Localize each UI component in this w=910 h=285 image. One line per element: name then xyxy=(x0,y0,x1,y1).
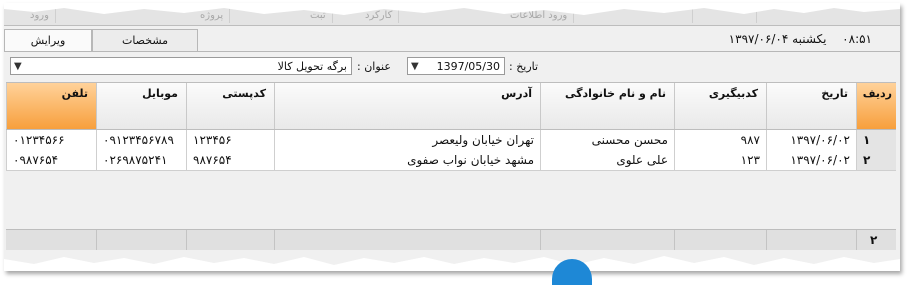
cell-address[interactable]: تهران خیابان ولیعصر xyxy=(274,130,540,150)
footer-cell xyxy=(540,230,674,250)
cell-phone[interactable]: ۰۱۲۳۴۵۶۶ xyxy=(6,130,96,150)
tab-bar: ویرایش مشخصات ۰۸:۵۱ یکشنبه ۱۳۹۷/۰۶/۰۴ xyxy=(4,29,900,52)
cell-date[interactable]: ۱۳۹۷/۰۶/۰۲ xyxy=(766,150,856,170)
grid-footer: ۲ xyxy=(6,229,896,250)
torn-edge-bottom xyxy=(4,256,900,271)
chevron-down-icon: ▼ xyxy=(411,61,419,72)
table-row[interactable]: ۰۱۲۳۴۵۶۶ ۰۹۱۲۳۴۵۶۷۸۹ ۱۲۳۴۵۶ تهران خیابان… xyxy=(6,129,896,151)
column-header-tracking-code[interactable]: کدبیگیری xyxy=(674,83,766,129)
footer-cell xyxy=(274,230,540,250)
cell-row-number: ۱ xyxy=(856,130,896,150)
column-header-date[interactable]: تاریخ xyxy=(766,83,856,129)
column-header-name[interactable]: نام و نام خانوادگی xyxy=(540,83,674,129)
column-header-address[interactable]: آدرس xyxy=(274,83,540,129)
cell-tracking-code[interactable]: ۱۲۳ xyxy=(674,150,766,170)
column-header-label: تلفن xyxy=(61,87,88,100)
cell-mobile[interactable]: ۰۲۶۹۸۷۵۲۴۱ xyxy=(96,150,186,170)
filter-form: تاریخ : ▼ 1397/05/30 عنوان : ▼ برگه تحوی… xyxy=(4,55,900,79)
column-header-label: آدرس xyxy=(501,87,532,100)
column-header-mobile[interactable]: موبایل xyxy=(96,83,186,129)
torn-edge-top xyxy=(4,3,900,15)
cell-tracking-code[interactable]: ۹۸۷ xyxy=(674,130,766,150)
date-value: 1397/05/30 xyxy=(436,60,500,73)
date-picker[interactable]: ▼ 1397/05/30 xyxy=(407,57,505,75)
cell-name[interactable]: محسن محسنی xyxy=(540,130,674,150)
data-grid: تلفن موبایل کدپستی آدرس نام و نام خانواد… xyxy=(6,82,896,271)
footer-cell xyxy=(674,230,766,250)
footer-cell xyxy=(186,230,274,250)
tab-details[interactable]: مشخصات xyxy=(92,29,198,51)
current-date: ۱۳۹۷/۰۶/۰۴ xyxy=(728,32,789,46)
app-window: ورود پروژه ثبت کارکرد ورود اطلاعات ویرای… xyxy=(4,3,900,271)
cell-name[interactable]: علی علوی xyxy=(540,150,674,170)
column-header-phone[interactable]: تلفن xyxy=(6,83,96,129)
column-header-row-number[interactable]: ردیف xyxy=(856,83,896,129)
column-header-label: ردیف xyxy=(862,87,892,100)
column-header-postal[interactable]: کدپستی xyxy=(186,83,274,129)
column-header-label: کدبیگیری xyxy=(708,87,758,100)
row-count: ۲ xyxy=(870,233,878,247)
current-datetime: ۰۸:۵۱ یکشنبه ۱۳۹۷/۰۶/۰۴ xyxy=(729,32,872,46)
cell-postal[interactable]: ۹۸۷۶۵۴ xyxy=(186,150,274,170)
column-header-label: تاریخ xyxy=(821,87,848,100)
column-header-label: موبایل xyxy=(142,87,178,100)
table-row[interactable]: ۰۹۸۷۶۵۴ ۰۲۶۹۸۷۵۲۴۱ ۹۸۷۶۵۴ مشهد خیابان نو… xyxy=(6,150,896,171)
current-day: یکشنبه xyxy=(792,32,827,46)
footer-cell xyxy=(96,230,186,250)
footer-cell xyxy=(766,230,856,250)
chevron-down-icon: ▼ xyxy=(14,61,22,72)
cell-date[interactable]: ۱۳۹۷/۰۶/۰۲ xyxy=(766,130,856,150)
cell-address[interactable]: مشهد خیابان نواب صفوی xyxy=(274,150,540,170)
title-select[interactable]: ▼ برگه تحویل کالا xyxy=(10,57,352,75)
title-label: عنوان : xyxy=(357,60,391,73)
title-value: برگه تحویل کالا xyxy=(277,60,347,73)
column-header-label: کدپستی xyxy=(222,87,266,100)
column-header-label: نام و نام خانوادگی xyxy=(565,87,666,100)
cell-phone[interactable]: ۰۹۸۷۶۵۴ xyxy=(6,150,96,170)
cell-postal[interactable]: ۱۲۳۴۵۶ xyxy=(186,130,274,150)
cell-mobile[interactable]: ۰۹۱۲۳۴۵۶۷۸۹ xyxy=(96,130,186,150)
date-label: تاریخ : xyxy=(509,60,539,73)
tab-edit[interactable]: ویرایش xyxy=(4,29,92,51)
current-time: ۰۸:۵۱ xyxy=(842,32,872,46)
cell-row-number: ۲ xyxy=(856,150,896,170)
